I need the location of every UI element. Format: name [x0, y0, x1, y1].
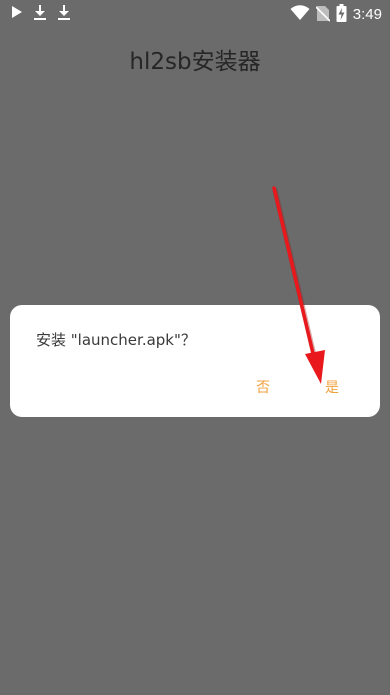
status-left-icons: [10, 4, 72, 24]
install-dialog: 安装 "launcher.apk"？ 否 是: [10, 305, 380, 417]
confirm-button[interactable]: 是: [325, 377, 339, 397]
status-time: 3:49: [352, 6, 382, 23]
wifi-icon: [290, 5, 310, 25]
cancel-button[interactable]: 否: [256, 377, 270, 397]
download-icon: [32, 4, 48, 24]
no-sim-icon: [315, 5, 331, 26]
battery-charging-icon: [336, 4, 347, 26]
status-bar: 3:49: [0, 0, 390, 28]
status-right-icons: 3:49: [290, 4, 382, 26]
play-icon: [10, 4, 24, 24]
dialog-message: 安装 "launcher.apk"？: [36, 331, 196, 349]
app-title: hl2sb安装器: [129, 49, 261, 75]
download-icon: [56, 4, 72, 24]
